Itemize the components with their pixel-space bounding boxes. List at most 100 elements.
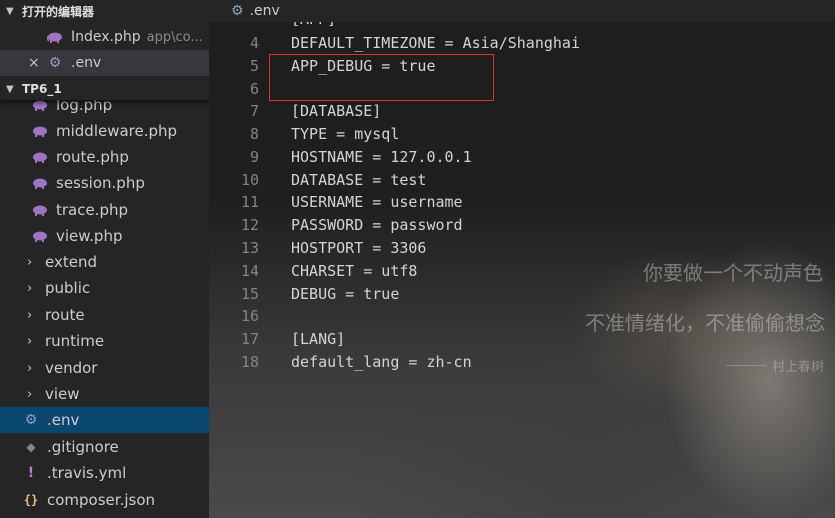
file-label: session.php bbox=[56, 174, 145, 192]
php-elephant-icon bbox=[31, 149, 49, 165]
line-number: 5 bbox=[249, 56, 259, 75]
file-label: route.php bbox=[56, 148, 129, 166]
file-travis-yml[interactable]: ! .travis.yml bbox=[0, 460, 209, 486]
folder-view[interactable]: › view bbox=[0, 381, 209, 407]
project-title: TP6_1 bbox=[22, 82, 62, 96]
code-line: 14 CHARSET = utf8 bbox=[209, 259, 418, 282]
file-label: .travis.yml bbox=[47, 464, 127, 482]
file-trace-php[interactable]: trace.php bbox=[0, 197, 209, 223]
chevron-down-icon: ▼ bbox=[6, 83, 14, 95]
project-header[interactable]: ▼ TP6_1 bbox=[0, 78, 209, 100]
folder-public[interactable]: › public bbox=[0, 275, 209, 301]
open-editors-title: 打开的编辑器 bbox=[22, 4, 95, 19]
code-line: 4 DEFAULT_TIMEZONE = Asia/Shanghai bbox=[209, 31, 580, 54]
line-number: 18 bbox=[240, 352, 259, 371]
code-line: 15 DEBUG = true bbox=[209, 282, 399, 305]
code-line: 11 USERNAME = username bbox=[209, 190, 463, 213]
chevron-right-icon: › bbox=[27, 254, 33, 270]
line-number: 11 bbox=[240, 192, 259, 211]
code-line: 10 DATABASE = test bbox=[209, 168, 427, 191]
line-number: 12 bbox=[240, 215, 259, 234]
open-editor-env[interactable]: × ⚙ .env bbox=[0, 50, 209, 76]
code-line: 17 [LANG] bbox=[209, 327, 345, 350]
tab-env[interactable]: ⚙ .env bbox=[209, 0, 280, 22]
code-text: DEBUG = true bbox=[291, 284, 400, 303]
php-elephant-icon bbox=[31, 175, 49, 191]
background-quote-attribution: 村上春树 bbox=[772, 360, 825, 375]
code-text: [LANG] bbox=[291, 329, 346, 348]
chevron-right-icon: › bbox=[27, 307, 33, 323]
file-label: .gitignore bbox=[47, 438, 119, 456]
php-elephant-icon bbox=[31, 202, 49, 218]
code-text: [DATABASE] bbox=[291, 101, 382, 120]
file-view-php[interactable]: view.php bbox=[0, 223, 209, 249]
open-editors-header[interactable]: ▼ 打开的编辑器 bbox=[0, 0, 209, 22]
line-number: 9 bbox=[249, 147, 259, 166]
file-label: middleware.php bbox=[56, 122, 178, 140]
code-text: PASSWORD = password bbox=[291, 215, 463, 234]
file-session-php[interactable]: session.php bbox=[0, 170, 209, 196]
yaml-icon: ! bbox=[27, 465, 35, 481]
line-number: 17 bbox=[240, 329, 259, 348]
code-text: default_lang = zh-cn bbox=[291, 352, 472, 371]
code-text: USERNAME = username bbox=[291, 192, 463, 211]
line-number: 7 bbox=[249, 101, 259, 120]
file-label: .env bbox=[47, 411, 80, 429]
open-editor-index-php[interactable]: Index.php app\co... bbox=[0, 24, 209, 50]
open-editor-name: .env bbox=[71, 55, 102, 71]
code-line: 7 [DATABASE] bbox=[209, 99, 381, 122]
tab-label: .env bbox=[249, 3, 280, 19]
folder-route[interactable]: › route bbox=[0, 302, 209, 328]
folder-label: vendor bbox=[45, 359, 98, 377]
folder-label: runtime bbox=[45, 332, 105, 350]
chevron-down-icon: ▼ bbox=[6, 5, 14, 17]
chevron-right-icon: › bbox=[27, 386, 33, 402]
chevron-right-icon: › bbox=[27, 280, 33, 296]
chevron-right-icon: › bbox=[27, 360, 33, 376]
folder-runtime[interactable]: › runtime bbox=[0, 328, 209, 354]
file-gitignore[interactable]: ◆ .gitignore bbox=[0, 434, 209, 460]
gear-icon: ⚙ bbox=[48, 55, 62, 71]
php-elephant-icon bbox=[46, 29, 64, 45]
file-label: composer.json bbox=[47, 491, 156, 509]
line-number: 6 bbox=[249, 79, 259, 98]
code-text: CHARSET = utf8 bbox=[291, 261, 418, 280]
background-quote-line1: 你要做一个不动声色 bbox=[643, 261, 823, 285]
line-number: 4 bbox=[249, 33, 259, 52]
file-route-php[interactable]: route.php bbox=[0, 144, 209, 170]
line-number: 10 bbox=[240, 170, 259, 189]
file-composer-json[interactable]: {} composer.json bbox=[0, 487, 209, 513]
open-editor-path: app\co... bbox=[146, 29, 203, 45]
close-icon[interactable]: × bbox=[28, 55, 42, 71]
file-label: trace.php bbox=[56, 201, 129, 219]
folder-vendor[interactable]: › vendor bbox=[0, 355, 209, 381]
code-line: 9 HOSTNAME = 127.0.0.1 bbox=[209, 145, 472, 168]
file-label: view.php bbox=[56, 227, 123, 245]
file-middleware-php[interactable]: middleware.php bbox=[0, 118, 209, 144]
code-line: 5 APP_DEBUG = true bbox=[209, 54, 436, 77]
open-editor-name: Index.php bbox=[71, 29, 141, 45]
json-braces-icon: {} bbox=[23, 493, 39, 507]
file-env[interactable]: ⚙ .env bbox=[0, 407, 209, 433]
folder-label: public bbox=[45, 279, 91, 297]
code-text: HOSTNAME = 127.0.0.1 bbox=[291, 147, 472, 166]
background-quote-line2: 不准情绪化，不准偷偷想念 bbox=[585, 311, 825, 335]
code-line: 16 bbox=[209, 304, 259, 327]
line-number: 8 bbox=[249, 124, 259, 143]
code-line: 12 PASSWORD = password bbox=[209, 213, 463, 236]
line-number: 15 bbox=[240, 284, 259, 303]
code-line: 6 bbox=[209, 77, 259, 100]
code-line: 18 default_lang = zh-cn bbox=[209, 350, 472, 373]
folder-label: route bbox=[45, 306, 85, 324]
code-text: DEFAULT_TIMEZONE = Asia/Shanghai bbox=[291, 33, 580, 52]
code-line: 8 TYPE = mysql bbox=[209, 122, 399, 145]
code-text: TYPE = mysql bbox=[291, 124, 400, 143]
folder-extend[interactable]: › extend bbox=[0, 249, 209, 275]
code-line: 13 HOSTPORT = 3306 bbox=[209, 236, 427, 259]
annotation-highlight-box bbox=[269, 54, 494, 101]
line-number: 14 bbox=[240, 261, 259, 280]
code-text: DATABASE = test bbox=[291, 170, 427, 189]
explorer-sidebar: ▼ 打开的编辑器 Index.php app\co... × ⚙ .env ▼ … bbox=[0, 0, 209, 518]
editor-tab-bar: ⚙ .env bbox=[209, 0, 835, 22]
line-number: 16 bbox=[240, 306, 259, 325]
